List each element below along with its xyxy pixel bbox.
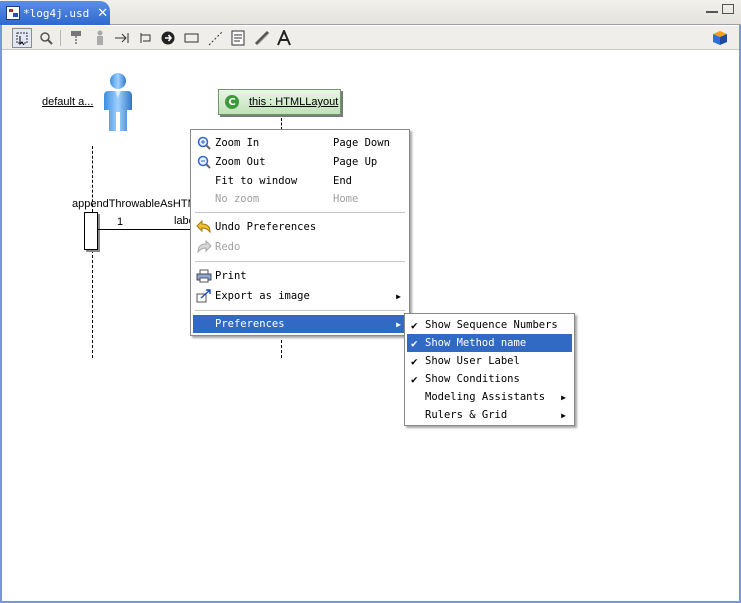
self-message-tool-icon[interactable] (136, 28, 156, 48)
minimize-icon[interactable] (706, 7, 718, 13)
link-tool-icon[interactable] (252, 28, 272, 48)
checkmark-icon: ✔ (411, 354, 418, 368)
object-tool-icon[interactable] (182, 28, 202, 48)
object-label: this : HTMLLayout (249, 96, 339, 108)
editor-tab-bar: *log4j.usd ✕ (0, 0, 741, 25)
menu-item-no-zoom: No zoom Home (215, 193, 359, 205)
export-icon (196, 288, 212, 304)
actor-label[interactable]: default a... (42, 96, 93, 108)
menu-item-undo[interactable]: Undo Preferences (193, 218, 407, 236)
context-menu: Zoom In Page Down Zoom Out Page Up Fit t… (190, 129, 410, 336)
menu-item-export-as-image[interactable]: Export as image ▶ (193, 287, 407, 305)
lifeline-tool-icon[interactable] (66, 28, 86, 48)
connector-tool-icon[interactable] (206, 28, 226, 48)
actor-figure-icon[interactable] (100, 72, 136, 132)
class-icon: C (225, 95, 239, 109)
print-icon (196, 268, 212, 284)
checkmark-icon: ✔ (411, 336, 418, 350)
submenu-arrow-icon: ▶ (396, 319, 401, 329)
message-arrow[interactable] (98, 229, 191, 230)
select-tool-icon[interactable] (12, 28, 32, 48)
create-tool-icon[interactable] (158, 28, 178, 48)
palette-toolbar (2, 26, 739, 50)
menu-separator (195, 261, 405, 262)
message-label[interactable]: appendThrowableAsHTM (72, 198, 197, 210)
menu-separator (195, 212, 405, 213)
submenu-item-rulers-grid[interactable]: Rulers & Grid ▶ (407, 406, 572, 424)
menu-item-zoom-out[interactable]: Zoom Out Page Up (193, 153, 407, 171)
submenu-arrow-icon: ▶ (396, 291, 401, 301)
submenu-item-modeling-assistants[interactable]: Modeling Assistants ▶ (407, 388, 572, 406)
sequence-number: 1 (117, 216, 124, 228)
submenu-arrow-icon: ▶ (561, 410, 566, 420)
submenu-item-show-sequence-numbers[interactable]: ✔ Show Sequence Numbers (407, 316, 572, 334)
object-lifeline-head[interactable]: C this : HTMLLayout (218, 89, 341, 115)
submenu-item-show-user-label[interactable]: ✔ Show User Label (407, 352, 572, 370)
diagram-file-icon (6, 6, 20, 20)
submenu-item-show-method-name[interactable]: ✔ Show Method name (407, 334, 572, 352)
menu-item-fit-to-window[interactable]: Fit to window End (193, 172, 407, 190)
menu-item-print[interactable]: Print (193, 267, 407, 285)
object-lifeline-lower (281, 340, 282, 358)
editor-tab[interactable]: *log4j.usd ✕ (0, 1, 110, 25)
model-cube-icon[interactable] (710, 28, 730, 48)
submenu-arrow-icon: ▶ (561, 392, 566, 402)
menu-item-redo: Redo (193, 238, 407, 256)
close-icon[interactable]: ✕ (97, 6, 108, 21)
maximize-icon[interactable] (722, 4, 734, 14)
message-tool-icon[interactable] (112, 28, 132, 48)
undo-icon (196, 219, 212, 235)
checkmark-icon: ✔ (411, 372, 418, 386)
menu-item-preferences[interactable]: Preferences ▶ (193, 315, 407, 333)
preferences-submenu: ✔ Show Sequence Numbers ✔ Show Method na… (404, 313, 575, 426)
text-tool-icon[interactable] (274, 28, 294, 48)
activation-bar[interactable] (84, 212, 98, 250)
tab-title: *log4j.usd (23, 6, 90, 20)
zoom-out-icon (196, 154, 212, 170)
actor-tool-icon[interactable] (90, 28, 110, 48)
note-tool-icon[interactable] (228, 28, 248, 48)
submenu-item-show-conditions[interactable]: ✔ Show Conditions (407, 370, 572, 388)
menu-item-zoom-in[interactable]: Zoom In Page Down (193, 134, 407, 152)
actor-lifeline-lower (92, 250, 93, 358)
redo-icon (196, 239, 212, 255)
zoom-in-icon (196, 135, 212, 151)
menu-separator (195, 310, 405, 311)
zoom-tool-icon[interactable] (36, 28, 56, 48)
checkmark-icon: ✔ (411, 318, 418, 332)
